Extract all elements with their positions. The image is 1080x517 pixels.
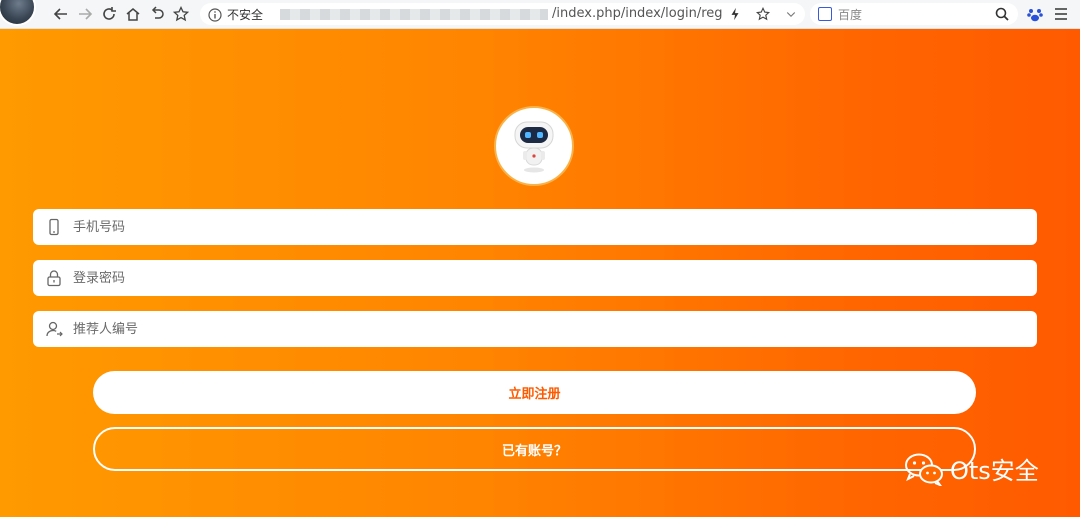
phone-field xyxy=(33,209,1037,245)
robot-icon xyxy=(514,121,554,173)
password-input[interactable] xyxy=(73,260,1023,296)
user-icon xyxy=(45,320,63,338)
info-icon[interactable] xyxy=(208,7,222,22)
register-page: 立即注册 已有账号？ Ots安全 xyxy=(0,29,1080,517)
phone-icon xyxy=(45,218,63,236)
star-icon[interactable] xyxy=(171,4,191,24)
avatar[interactable] xyxy=(0,0,36,26)
search-engine-icon xyxy=(818,7,832,21)
reload-icon[interactable] xyxy=(99,4,119,24)
robot-logo xyxy=(494,106,574,186)
redacted-domain xyxy=(280,9,548,20)
browser-toolbar: 不安全 /index.php/index/login/reg 百度 xyxy=(0,0,1080,29)
home-icon[interactable] xyxy=(123,4,143,24)
lock-icon xyxy=(45,269,63,287)
undo-icon[interactable] xyxy=(147,4,167,24)
have-account-button[interactable]: 已有账号？ xyxy=(93,427,976,471)
arrow-right-icon[interactable] xyxy=(75,4,95,24)
address-bar[interactable]: 不安全 /index.php/index/login/reg xyxy=(200,3,805,25)
chevron-down-icon[interactable] xyxy=(783,6,799,22)
watermark: Ots安全 xyxy=(904,451,1039,486)
wechat-icon xyxy=(905,453,943,486)
lightning-icon[interactable] xyxy=(727,6,743,22)
arrow-left-icon[interactable] xyxy=(51,4,71,24)
paw-icon[interactable] xyxy=(1026,5,1044,23)
referrer-field xyxy=(33,311,1037,347)
url-path: /index.php/index/login/reg xyxy=(552,6,723,21)
menu-icon[interactable] xyxy=(1052,5,1070,23)
password-field xyxy=(33,260,1037,296)
register-button[interactable]: 立即注册 xyxy=(93,371,976,414)
bookmark-star-icon[interactable] xyxy=(755,6,771,22)
search-icon[interactable] xyxy=(994,6,1010,22)
search-placeholder: 百度 xyxy=(838,8,863,22)
phone-input[interactable] xyxy=(73,209,1023,245)
watermark-text: Ots安全 xyxy=(950,457,1039,485)
referrer-input[interactable] xyxy=(73,311,1023,347)
security-label: 不安全 xyxy=(227,8,264,22)
search-box[interactable]: 百度 xyxy=(810,3,1018,25)
